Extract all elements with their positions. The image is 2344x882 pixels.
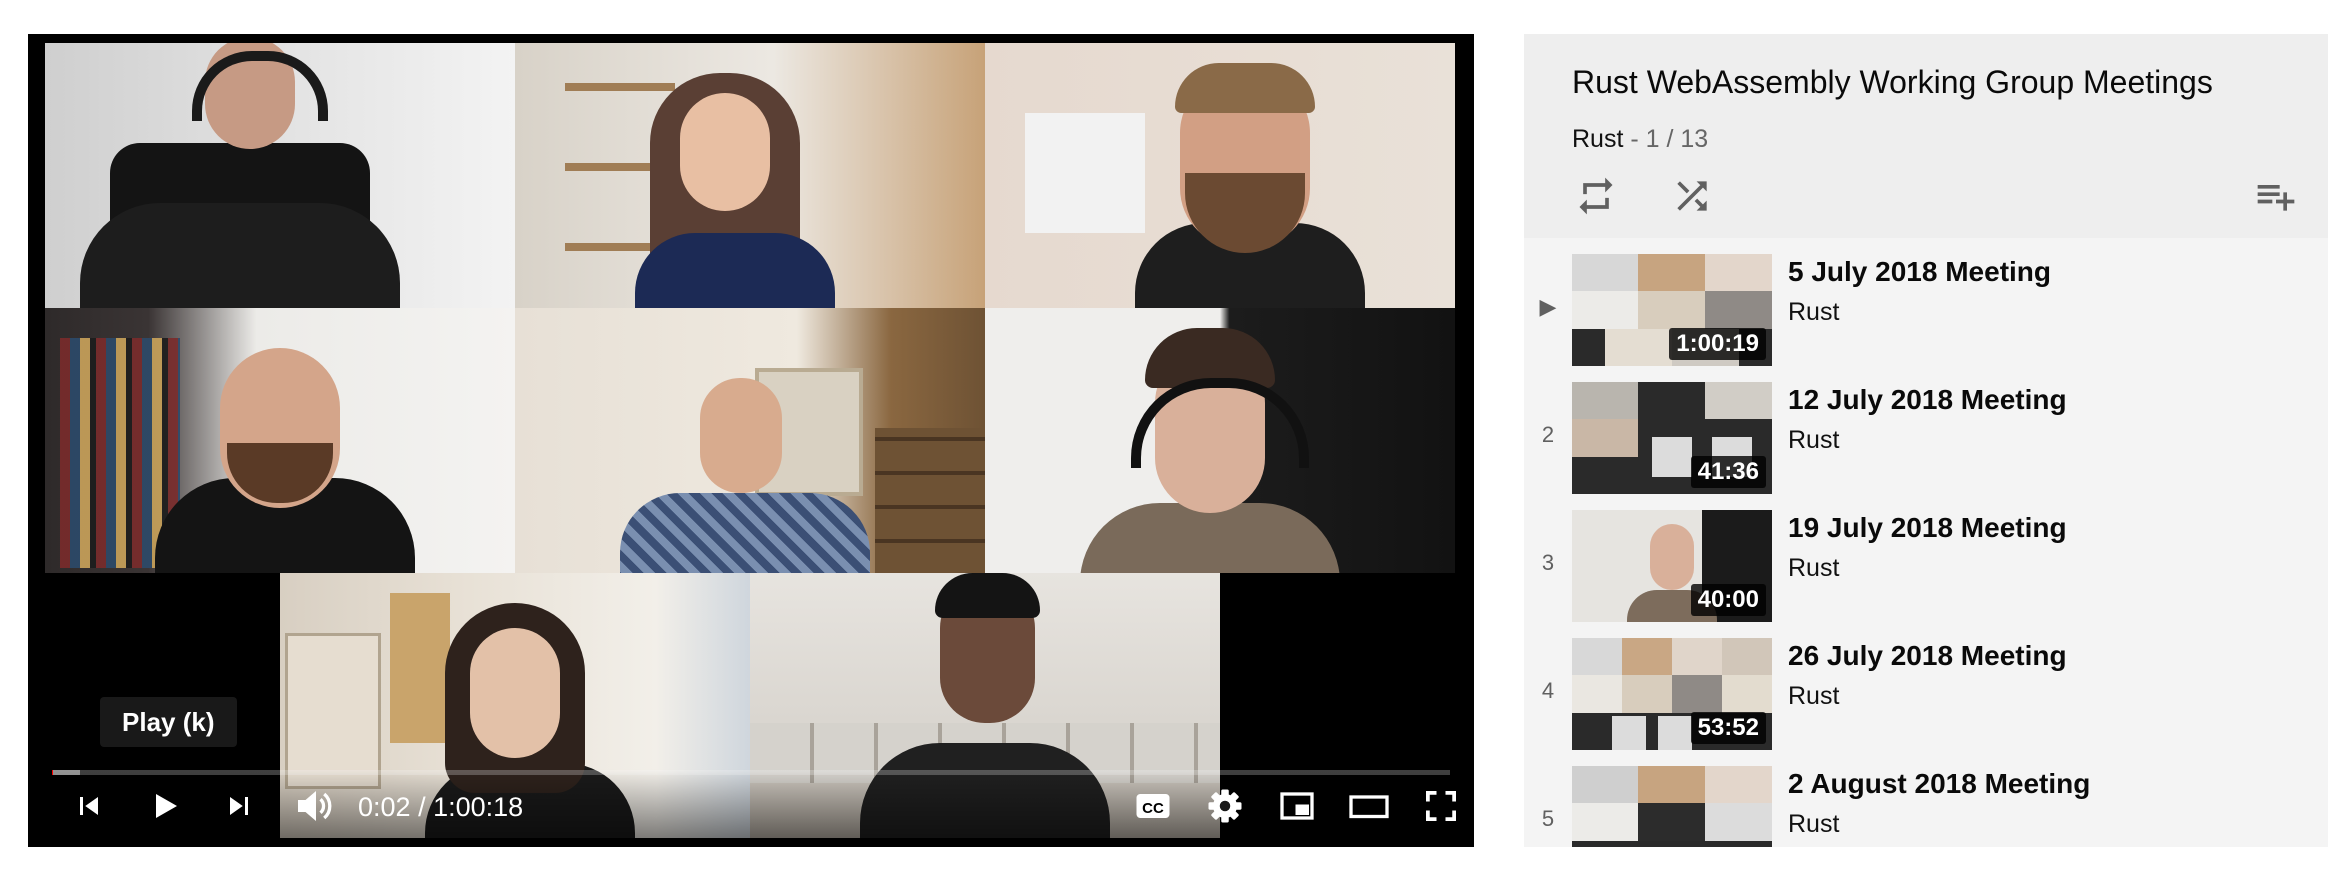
playlist-item[interactable]: 2 41:36 12 July 2018 Meeting Rust [1524, 382, 2328, 510]
save-to-playlist-icon [2257, 185, 2295, 211]
video-thumbnail[interactable]: 1:00:19 [1572, 254, 1772, 366]
next-button[interactable] [212, 779, 266, 833]
item-index: 4 [1541, 678, 1555, 703]
playlist-position: 1 / 13 [1645, 125, 1709, 153]
previous-button[interactable] [62, 779, 116, 833]
duration-badge: 41:36 [1690, 456, 1766, 488]
video-channel: Rust [1788, 810, 1840, 838]
duration-badge: 40:00 [1690, 584, 1766, 616]
video-channel: Rust [1788, 682, 1840, 710]
play-tooltip: Play (k) [100, 697, 237, 747]
loop-icon [1579, 177, 1613, 215]
loop-button[interactable] [1574, 174, 1618, 218]
video-title[interactable]: 26 July 2018 Meeting [1788, 640, 2067, 672]
video-participant-tile [515, 308, 985, 573]
volume-icon [298, 791, 332, 821]
theater-mode-button[interactable] [1342, 779, 1396, 833]
fullscreen-button[interactable] [1414, 779, 1468, 833]
video-player[interactable]: Play (k) 0:02 / 1:00:18 CC [28, 34, 1474, 847]
video-thumbnail[interactable]: 40:00 [1572, 510, 1772, 622]
shuffle-icon [1677, 181, 1707, 211]
previous-icon [80, 797, 98, 815]
video-thumbnail[interactable]: 41:36 [1572, 382, 1772, 494]
duration-badge: 1:00:19 [1669, 328, 1766, 360]
settings-button[interactable] [1198, 779, 1252, 833]
playlist-item[interactable]: ▶ 1:00:19 5 July 2018 Meeting Rust [1524, 254, 2328, 382]
settings-icon [1208, 789, 1242, 823]
duration-badge: 53:52 [1690, 712, 1766, 744]
playlist-panel: Rust WebAssembly Working Group Meetings … [1524, 34, 2328, 847]
item-index: 3 [1541, 550, 1555, 575]
video-channel: Rust [1788, 298, 1840, 326]
next-icon [230, 797, 248, 815]
video-thumbnail[interactable]: 53:52 [1572, 638, 1772, 750]
time-separator: / [410, 792, 434, 822]
video-participant-tile [45, 308, 515, 573]
video-title[interactable]: 19 July 2018 Meeting [1788, 512, 2067, 544]
video-thumbnail[interactable] [1572, 766, 1772, 847]
video-participant-tile [515, 43, 985, 308]
current-time: 0:02 [358, 792, 411, 822]
theater-mode-icon [1349, 795, 1389, 819]
play-icon [156, 794, 177, 818]
item-index: 5 [1541, 806, 1555, 831]
video-title[interactable]: 5 July 2018 Meeting [1788, 256, 2051, 288]
play-button[interactable] [138, 779, 192, 833]
playlist-item[interactable]: 3 40:00 19 July 2018 Meeting Rust [1524, 510, 2328, 638]
fullscreen-icon [1426, 791, 1456, 821]
video-participant-tile [985, 308, 1455, 573]
video-title[interactable]: 12 July 2018 Meeting [1788, 384, 2067, 416]
subtitles-button[interactable]: CC [1126, 779, 1180, 833]
video-title[interactable]: 2 August 2018 Meeting [1788, 768, 2090, 800]
svg-text:CC: CC [1142, 800, 1164, 817]
playlist-header: Rust WebAssembly Working Group Meetings … [1524, 34, 2328, 238]
playlist-item[interactable]: 5 2 August 2018 Meeting Rust [1524, 766, 2328, 847]
miniplayer-icon [1280, 792, 1314, 820]
video-participant-tile [985, 43, 1455, 308]
shuffle-button[interactable] [1670, 174, 1714, 218]
subtitles-icon: CC [1136, 794, 1170, 818]
item-index: 2 [1541, 422, 1555, 447]
video-participant-tile [45, 43, 515, 308]
time-display: 0:02 / 1:00:18 [358, 789, 523, 825]
video-channel: Rust [1788, 554, 1840, 582]
now-playing-icon: ▶ [1539, 294, 1557, 319]
video-channel: Rust [1788, 426, 1840, 454]
playlist-item[interactable]: 4 53:52 26 July 2018 Meeting Rust [1524, 638, 2328, 766]
playlist-subtitle: Rust - 1 / 13 [1572, 125, 1708, 154]
volume-button[interactable] [286, 779, 340, 833]
duration: 1:00:18 [433, 792, 524, 822]
playlist-channel[interactable]: Rust [1572, 125, 1623, 153]
playlist-title[interactable]: Rust WebAssembly Working Group Meetings [1572, 64, 2213, 101]
playlist-separator: - [1623, 125, 1646, 153]
miniplayer-button[interactable] [1270, 779, 1324, 833]
save-to-playlist-button[interactable] [2254, 174, 2298, 218]
player-controls: 0:02 / 1:00:18 CC [28, 769, 1474, 847]
